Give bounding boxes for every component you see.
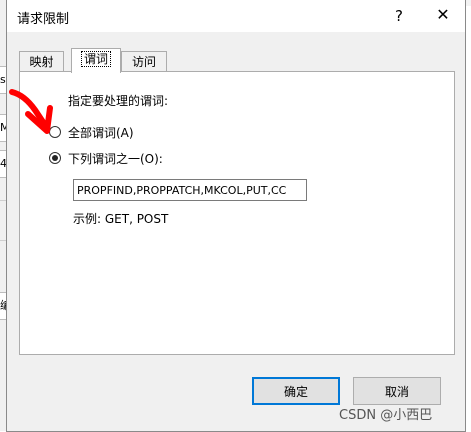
close-icon[interactable]: ✕ — [432, 4, 454, 26]
title-bar: 请求限制 ? ✕ — [7, 0, 465, 32]
selected-verbs-radio[interactable] — [49, 152, 61, 164]
verbs-group-label: 指定要处理的谓词: — [68, 94, 169, 108]
tab-mapping[interactable]: 映射 — [19, 51, 64, 71]
selected-verbs-label[interactable]: 下列谓词之一(O): — [68, 150, 163, 167]
tab-label: 访问 — [131, 55, 156, 69]
radio-checked-dot — [52, 155, 58, 161]
watermark: CSDN @小西巴 — [339, 408, 433, 423]
verbs-example-text: 示例: GET, POST — [73, 212, 169, 226]
request-restrictions-dialog: 请求限制 ? ✕ 映射 谓词 访问 指定要处理的谓词: 全部谓词(A) 下列谓词… — [6, 0, 466, 432]
tab-label: 谓词 — [80, 51, 111, 67]
cancel-button[interactable]: 取消 — [353, 377, 441, 405]
ok-button[interactable]: 确定 — [252, 377, 340, 405]
verbs-input[interactable] — [73, 179, 307, 201]
help-icon[interactable]: ? — [388, 5, 410, 27]
dialog-title: 请求限制 — [17, 12, 70, 27]
tab-verbs[interactable]: 谓词 — [71, 48, 121, 73]
tab-access[interactable]: 访问 — [121, 51, 167, 71]
tab-label: 映射 — [29, 55, 54, 69]
all-verbs-label[interactable]: 全部谓词(A) — [68, 124, 134, 141]
all-verbs-radio[interactable] — [49, 126, 61, 138]
